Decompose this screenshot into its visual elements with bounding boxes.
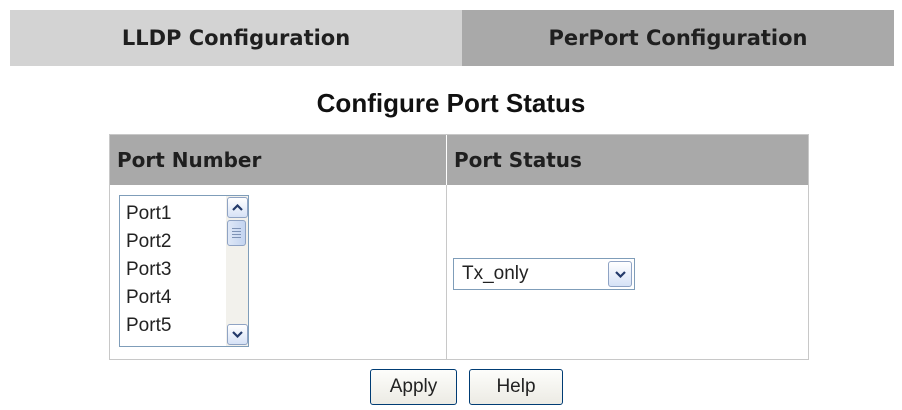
grip-icon (232, 237, 241, 238)
apply-button[interactable]: Apply (370, 369, 457, 405)
scroll-thumb[interactable] (227, 220, 246, 246)
grip-icon (232, 231, 241, 232)
port-list-scrollbar[interactable] (226, 196, 248, 346)
grip-icon (232, 228, 241, 229)
scroll-down-button[interactable] (227, 324, 248, 345)
chevron-up-icon (232, 204, 243, 211)
help-button[interactable]: Help (469, 369, 563, 405)
header-port-status: Port Status (447, 135, 808, 185)
port-listbox[interactable]: Port1 Port2 Port3 Port4 Port5 (119, 195, 249, 347)
scroll-up-button[interactable] (227, 197, 248, 218)
button-row: Apply Help (0, 369, 902, 405)
port-list-item[interactable]: Port2 (126, 228, 171, 256)
tab-bar: LLDP Configuration PerPort Configuration (10, 10, 894, 66)
tab-lldp-configuration[interactable]: LLDP Configuration (10, 10, 462, 66)
port-list-item[interactable]: Port1 (126, 200, 171, 228)
port-status-select[interactable]: Tx_only (453, 258, 635, 290)
port-list-item[interactable]: Port4 (126, 284, 171, 312)
port-status-select-value: Tx_only (462, 263, 529, 284)
port-list-item[interactable]: Port3 (126, 256, 171, 284)
port-status-table: Port Number Port Status Port1 Port2 Port… (109, 134, 809, 360)
column-divider (446, 185, 447, 359)
select-dropdown-button[interactable] (608, 261, 632, 287)
page-title: Configure Port Status (316, 88, 586, 118)
chevron-down-icon (232, 331, 243, 338)
port-list-item[interactable]: Port5 (126, 312, 171, 340)
header-port-number: Port Number (110, 135, 446, 185)
port-list: Port1 Port2 Port3 Port4 Port5 (126, 200, 171, 340)
chevron-down-icon (614, 270, 626, 278)
grip-icon (232, 234, 241, 235)
tab-perport-configuration[interactable]: PerPort Configuration (462, 10, 894, 66)
